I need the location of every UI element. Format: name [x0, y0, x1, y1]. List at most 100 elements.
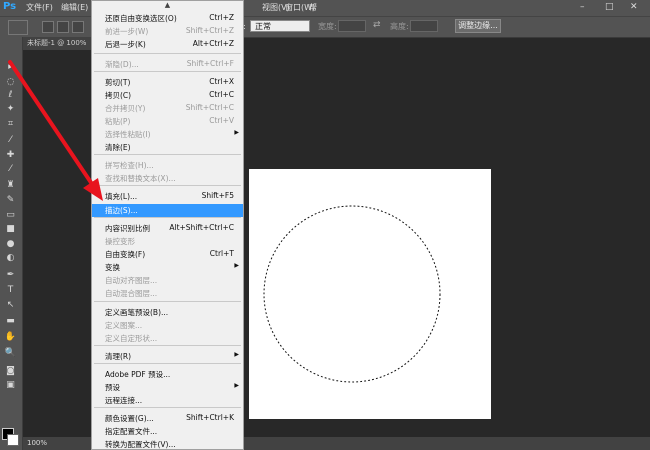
edit-menu-item[interactable]: 描边(S)... — [92, 204, 243, 217]
menu-item-label: 拷贝(C) — [105, 91, 132, 100]
submenu-arrow-icon: ▶ — [234, 351, 239, 358]
crop-icon[interactable]: ⌗ — [3, 118, 18, 130]
submenu-arrow-icon: ▶ — [234, 262, 239, 269]
menu-item-label: 描边(S)... — [105, 206, 138, 215]
edit-menu-item: 合并拷贝(Y) Shift+Ctrl+C — [92, 102, 243, 115]
dodge-icon[interactable]: ◐ — [3, 252, 18, 264]
shape-icon[interactable]: ▬ — [3, 315, 18, 327]
height-input[interactable] — [410, 20, 438, 32]
menu-item-shortcut: Shift+Ctrl+Z — [185, 26, 234, 35]
edit-menu-item[interactable]: 自由变换(F) Ctrl+T — [92, 248, 243, 261]
zoom-icon[interactable]: 🔍 — [3, 347, 18, 359]
edit-menu-item[interactable]: 还原自由变换选区(O) Ctrl+Z — [92, 12, 243, 25]
tools-panel: ▸ ◌ ℓ ✦ ⌗ ⁄ ✚ ⁄ ♜ ✎ ▭ ■ ● ◐ ✒ T ↖ ▬ ✋ 🔍 ◙ ▣ — [0, 37, 23, 450]
add-selection-button[interactable] — [57, 21, 69, 33]
minimize-button[interactable]: – — [580, 2, 585, 12]
menu-separator — [94, 71, 241, 72]
menu-item-label: 拼写检查(H)... — [105, 161, 154, 170]
edit-menu-item: 前进一步(W) Shift+Ctrl+Z — [92, 25, 243, 38]
menu-separator — [94, 345, 241, 346]
menu-item-shortcut: Ctrl+Z — [209, 13, 234, 22]
menu-item-shortcut: Ctrl+X — [209, 77, 234, 86]
edit-menu-item: 渐隐(D)... Shift+Ctrl+F — [92, 58, 243, 71]
menu-separator — [94, 301, 241, 302]
quick-mask-icon[interactable]: ◙ — [3, 365, 18, 377]
photoshop-logo: Ps — [3, 1, 17, 12]
zoom-level[interactable]: 100% — [27, 439, 47, 447]
hand-icon[interactable]: ✋ — [3, 331, 18, 343]
menu-item-shortcut: Shift+F5 — [201, 191, 234, 200]
subtract-selection-button[interactable] — [72, 21, 84, 33]
menu-separator — [94, 154, 241, 155]
menu-item-label: 指定配置文件... — [105, 427, 158, 436]
lasso-icon[interactable]: ℓ — [3, 89, 18, 101]
menu-item-shortcut: Shift+Ctrl+K — [186, 413, 234, 422]
menu-item-label: 后退一步(K) — [105, 40, 146, 49]
edit-menu-item[interactable]: 清除(E) — [92, 141, 243, 154]
menu-item-shortcut: Ctrl+T — [209, 249, 234, 258]
edit-menu-item[interactable]: 清理(R) ▶ — [92, 350, 243, 363]
blur-icon[interactable]: ● — [3, 238, 18, 250]
magic-wand-icon[interactable]: ✦ — [3, 103, 18, 115]
menu-separator — [94, 217, 241, 218]
gradient-icon[interactable]: ■ — [3, 223, 18, 235]
canvas[interactable] — [249, 169, 491, 419]
menu-separator — [94, 407, 241, 408]
edit-menu-item[interactable]: 拷贝(C) Ctrl+C — [92, 89, 243, 102]
tool-preset-picker[interactable] — [8, 20, 28, 35]
close-button[interactable]: ✕ — [630, 2, 638, 12]
document-tab[interactable]: 未标题-1 @ 100% — [23, 37, 91, 50]
edit-menu-item[interactable]: 颜色设置(G)... Shift+Ctrl+K — [92, 412, 243, 425]
edit-menu-item[interactable]: 填充(L)... Shift+F5 — [92, 190, 243, 203]
maximize-button[interactable]: □ — [605, 2, 614, 12]
menu-item-label: 变换 — [105, 263, 120, 272]
edit-menu-item: 拼写检查(H)... — [92, 159, 243, 172]
type-icon[interactable]: T — [3, 284, 18, 296]
eraser-icon[interactable]: ▭ — [3, 209, 18, 221]
edit-menu-item[interactable]: 变换 ▶ — [92, 261, 243, 274]
eyedropper-icon[interactable]: ⁄ — [3, 134, 18, 146]
edit-menu-item[interactable]: 预设 ▶ — [92, 381, 243, 394]
move-icon[interactable]: ▸ — [3, 61, 18, 73]
edit-menu-item: 查找和替换文本(X)... — [92, 172, 243, 185]
path-select-icon[interactable]: ↖ — [3, 299, 18, 311]
menu-item-label: 选择性粘贴(I) — [105, 130, 151, 139]
screen-mode-icon[interactable]: ▣ — [3, 379, 18, 391]
scroll-up-icon[interactable]: ▲ — [92, 1, 243, 10]
menu-item-shortcut: Ctrl+V — [209, 116, 234, 125]
edit-menu-item[interactable]: 定义画笔预设(B)... — [92, 306, 243, 319]
new-selection-button[interactable] — [42, 21, 54, 33]
healing-icon[interactable]: ✚ — [3, 149, 18, 161]
edit-menu-item[interactable]: 剪切(T) Ctrl+X — [92, 76, 243, 89]
marquee-icon[interactable]: ◌ — [3, 76, 18, 88]
menu-item-label: 粘贴(P) — [105, 117, 131, 126]
submenu-arrow-icon: ▶ — [234, 382, 239, 389]
menu-edit[interactable]: 编辑(E) — [61, 2, 88, 13]
edit-menu-item: 自动对齐图层... — [92, 274, 243, 287]
width-input[interactable] — [338, 20, 366, 32]
style-select[interactable]: 正常 — [250, 20, 310, 32]
pen-icon[interactable]: ✒ — [3, 269, 18, 281]
stamp-icon[interactable]: ♜ — [3, 179, 18, 191]
edit-menu-item[interactable]: Adobe PDF 预设... — [92, 368, 243, 381]
menu-item-shortcut: Ctrl+C — [209, 90, 234, 99]
edit-menu-item[interactable]: 后退一步(K) Alt+Ctrl+Z — [92, 38, 243, 51]
edit-menu-item: 操控变形 — [92, 235, 243, 248]
edit-menu-item[interactable]: 转换为配置文件(V)... — [92, 438, 243, 449]
menu-item-label: 前进一步(W) — [105, 27, 149, 36]
edit-menu-item: 粘贴(P) Ctrl+V — [92, 115, 243, 128]
menu-item-label: Adobe PDF 预设... — [105, 370, 171, 379]
edit-menu-item[interactable]: 远程连接... — [92, 394, 243, 407]
edit-menu-item[interactable]: 指定配置文件... — [92, 425, 243, 438]
menu-help[interactable]: 帮 — [309, 2, 317, 13]
history-brush-icon[interactable]: ✎ — [3, 194, 18, 206]
background-color-swatch[interactable] — [7, 434, 19, 446]
swap-icon[interactable]: ⇄ — [373, 20, 381, 30]
brush-icon[interactable]: ⁄ — [3, 163, 18, 175]
edit-menu-item: 定义图案... — [92, 319, 243, 332]
edit-menu-item[interactable]: 内容识别比例 Alt+Shift+Ctrl+C — [92, 222, 243, 235]
refine-edge-button[interactable]: 调整边缘... — [455, 19, 501, 33]
menu-separator — [94, 53, 241, 54]
menu-file[interactable]: 文件(F) — [26, 2, 53, 13]
menu-item-label: 操控变形 — [105, 237, 135, 246]
